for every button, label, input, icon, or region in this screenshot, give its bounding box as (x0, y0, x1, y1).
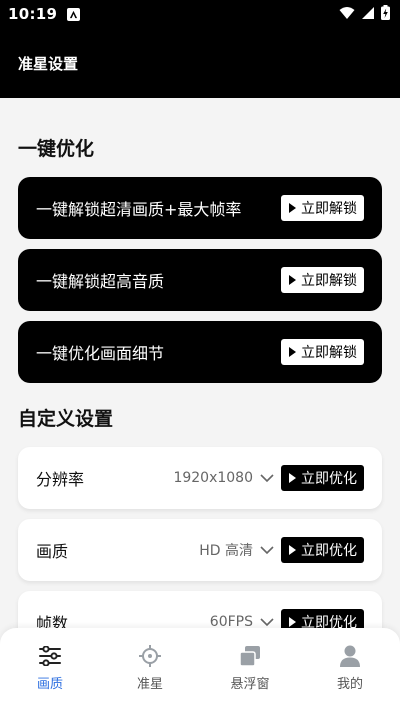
play-icon (289, 617, 296, 627)
nav-item-floating-window[interactable]: 悬浮窗 (200, 644, 300, 692)
app-bar: 准星设置 (0, 28, 400, 98)
nav-label: 画质 (36, 677, 63, 692)
custom-item-label: 帧数 (36, 614, 69, 628)
page-title: 准星设置 (18, 54, 79, 73)
custom-item-label: 分辨率 (36, 470, 85, 489)
fps-select[interactable]: 60FPS (210, 614, 253, 628)
nav-label: 悬浮窗 (230, 677, 270, 692)
notification-a-icon (67, 7, 81, 21)
optimize-button-label: 立即优化 (301, 615, 357, 628)
quick-item: 一键解锁超高音质 立即解锁 (18, 249, 382, 311)
floating-window-icon (238, 644, 262, 668)
optimize-button[interactable]: 立即优化 (281, 465, 364, 491)
quality-select[interactable]: HD 高清 (199, 540, 253, 560)
battery-charging-icon (381, 4, 390, 24)
play-icon (289, 545, 296, 555)
section-title-quick: 一键优化 (18, 138, 95, 160)
signal-icon (361, 5, 375, 24)
chevron-down-icon[interactable] (259, 542, 275, 558)
custom-item-resolution: 分辨率 1920x1080 立即优化 (18, 447, 382, 509)
optimize-button-label: 立即优化 (301, 543, 357, 559)
quick-item-label: 一键解锁超高音质 (36, 272, 165, 291)
unlock-button[interactable]: 立即解锁 (281, 267, 364, 293)
nav-item-quality[interactable]: 画质 (0, 644, 100, 692)
status-time: 10:19 (8, 5, 58, 23)
quick-item-label: 一键解锁超清画质+最大帧率 (36, 200, 242, 219)
chevron-down-icon[interactable] (259, 614, 275, 628)
play-icon (289, 473, 296, 483)
play-icon (289, 275, 296, 285)
quick-item: 一键优化画面细节 立即解锁 (18, 321, 382, 383)
section-title-custom: 自定义设置 (18, 408, 114, 430)
bottom-nav: 画质 准星 悬浮窗 我的 (0, 628, 400, 710)
unlock-button-label: 立即解锁 (301, 345, 357, 361)
nav-label: 我的 (336, 677, 363, 692)
sliders-icon (38, 644, 62, 668)
wifi-icon (339, 5, 355, 24)
custom-item-quality: 画质 HD 高清 立即优化 (18, 519, 382, 581)
resolution-select[interactable]: 1920x1080 (173, 470, 253, 486)
main-content[interactable]: 一键优化 一键解锁超清画质+最大帧率 立即解锁 一键解锁超高音质 立即解锁 一键… (0, 98, 400, 628)
unlock-button[interactable]: 立即解锁 (281, 339, 364, 365)
custom-item-fps: 帧数 60FPS 立即优化 (18, 591, 382, 628)
quick-item: 一键解锁超清画质+最大帧率 立即解锁 (18, 177, 382, 239)
unlock-button-label: 立即解锁 (301, 273, 357, 289)
optimize-button-label: 立即优化 (301, 471, 357, 487)
nav-label: 准星 (136, 677, 163, 692)
optimize-button[interactable]: 立即优化 (281, 609, 364, 628)
person-icon (338, 644, 362, 668)
unlock-button[interactable]: 立即解锁 (281, 195, 364, 221)
unlock-button-label: 立即解锁 (301, 201, 357, 217)
custom-item-label: 画质 (36, 542, 69, 561)
play-icon (289, 203, 296, 213)
optimize-button[interactable]: 立即优化 (281, 537, 364, 563)
nav-item-crosshair[interactable]: 准星 (100, 644, 200, 692)
chevron-down-icon[interactable] (259, 470, 275, 486)
nav-item-profile[interactable]: 我的 (300, 644, 400, 692)
play-icon (289, 347, 296, 357)
crosshair-icon (138, 644, 162, 668)
status-bar: 10:19 (0, 0, 400, 28)
quick-item-label: 一键优化画面细节 (36, 344, 165, 363)
